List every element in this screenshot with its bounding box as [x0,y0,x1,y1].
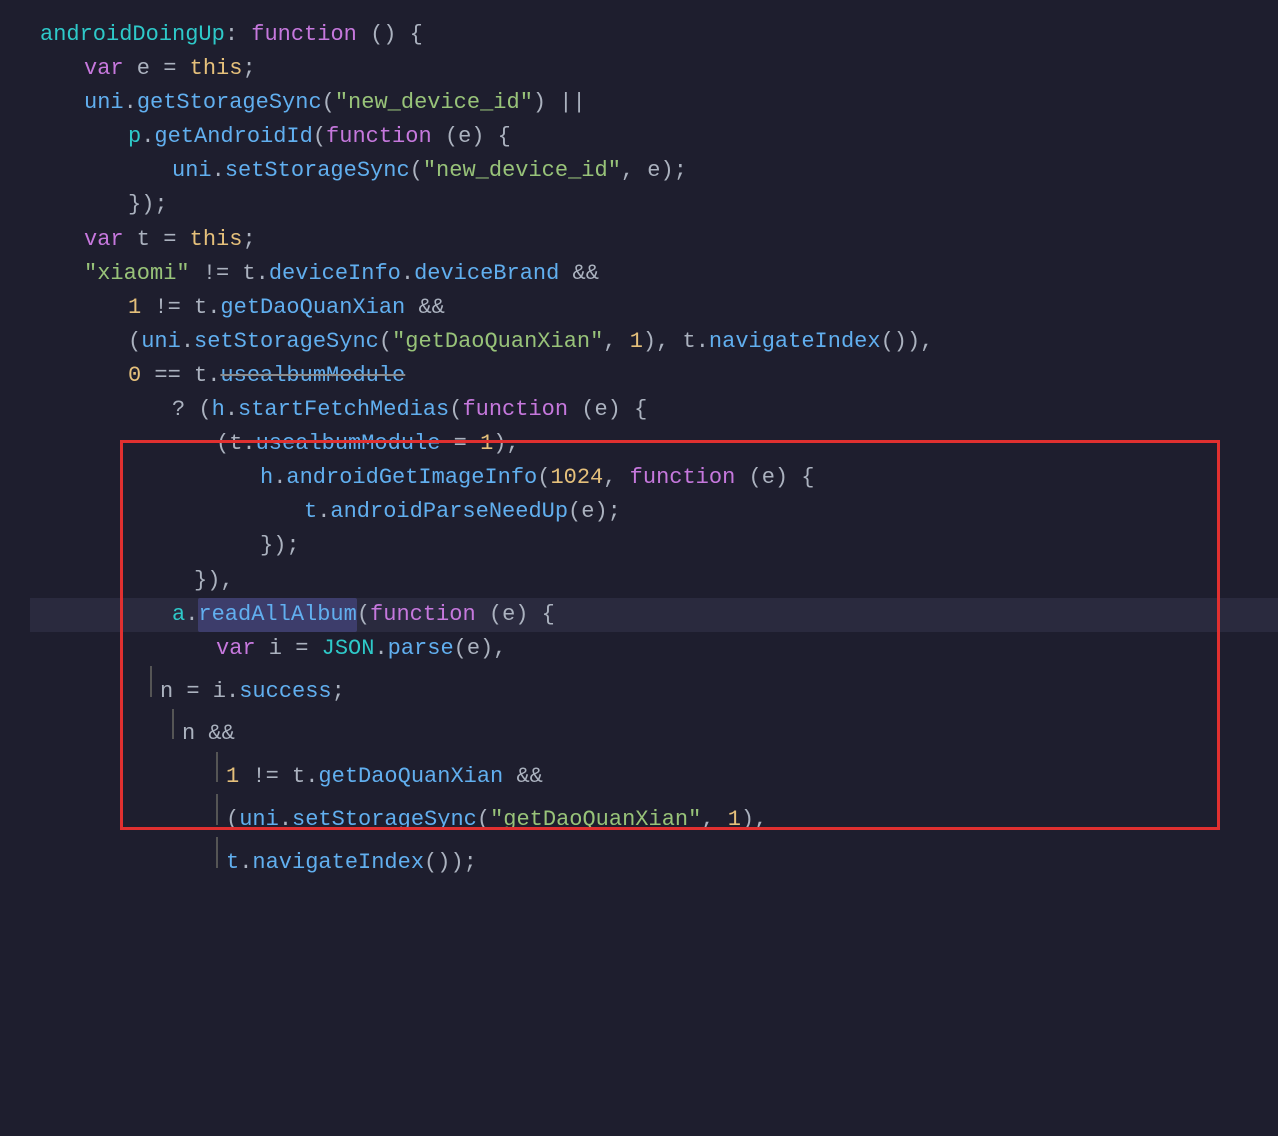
code-line-14: h.androidGetImageInfo(1024, function (e)… [30,461,1278,495]
code-line-4: p.getAndroidId(function (e) { [30,120,1278,154]
code-line-12: ? (h.startFetchMedias(function (e) { [30,393,1278,427]
code-line-7: var t = this; [30,223,1278,257]
code-line-8: "xiaomi" != t.deviceInfo.deviceBrand && [30,257,1278,291]
code-line-2: var e = this; [30,52,1278,86]
code-token: androidDoingUp [40,18,225,52]
code-line-10: (uni.setStorageSync("getDaoQuanXian", 1)… [30,325,1278,359]
code-line-15: t.androidParseNeedUp(e); [30,495,1278,529]
code-line-19: var i = JSON.parse(e), [30,632,1278,666]
code-line-11: 0 == t.usealbumModule [30,359,1278,393]
code-line-17: }), [30,564,1278,598]
code-line-21: n && [30,709,1278,752]
code-line-9: 1 != t.getDaoQuanXian && [30,291,1278,325]
code-line-6: }); [30,188,1278,222]
code-line-24: t.navigateIndex()); [30,837,1278,880]
code-line-16: }); [30,529,1278,563]
code-line-5: uni.setStorageSync("new_device_id", e); [30,154,1278,188]
code-line-1: androidDoingUp: function () { [30,18,1278,52]
code-line-20: n = i.success; [30,666,1278,709]
code-editor: androidDoingUp: function () { var e = th… [0,0,1278,1136]
code-line-23: (uni.setStorageSync("getDaoQuanXian", 1)… [30,794,1278,837]
code-line-22: 1 != t.getDaoQuanXian && [30,752,1278,795]
code-line-3: uni.getStorageSync("new_device_id") || [30,86,1278,120]
code-line-13: (t.usealbumModule = 1), [30,427,1278,461]
code-line-18: a.readAllAlbum(function (e) { [30,598,1278,632]
